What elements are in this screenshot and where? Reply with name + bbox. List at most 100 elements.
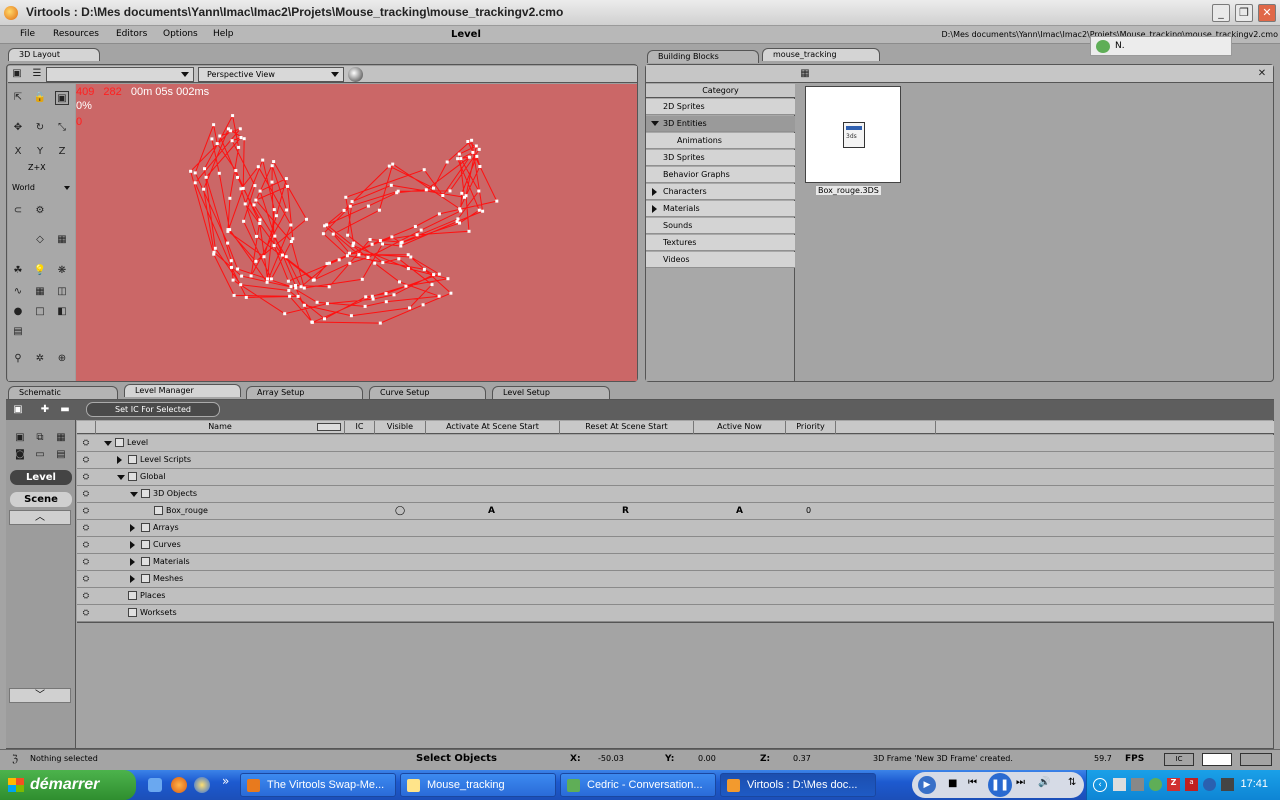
col-ic[interactable]: IC [345,421,375,434]
collapse-icon[interactable]: ⇅ [1068,777,1076,788]
tab-curve-setup[interactable]: Curve Setup [369,386,486,399]
col-name[interactable]: Name [96,421,345,434]
tree-row[interactable]: ⛭ Level Scripts [77,452,1274,469]
view-mode-icon[interactable]: ▦ [798,67,812,81]
list-icon[interactable]: ☰ [30,67,44,81]
tree-row[interactable]: ⛭ Level [77,435,1274,452]
menu-help[interactable]: Help [213,29,234,39]
row-visibility-icon[interactable]: ⛭ [81,540,91,549]
add-icon[interactable]: ✚ [38,403,52,417]
expand-closed-icon[interactable] [117,456,122,464]
walk-icon[interactable]: ⚲ [11,352,25,366]
y-axis-icon[interactable]: Y [33,145,47,159]
grid-object-icon[interactable]: ▦ [33,285,47,299]
col-reset[interactable]: Reset At Scene Start [560,421,694,434]
previous-icon[interactable]: ⏮ [968,777,977,788]
row-visibility-icon[interactable]: ⛭ [81,523,91,532]
magnet-icon[interactable]: ⊂ [11,204,25,218]
cube-icon[interactable]: ◧ [55,305,69,319]
close-icon[interactable]: ✕ [1255,67,1269,81]
copy-icon[interactable]: ⧉ [33,431,47,445]
light-icon[interactable]: 💡 [33,264,47,278]
set-ic-button[interactable]: Set IC For Selected [86,402,220,417]
particle-icon[interactable]: ❋ [55,264,69,278]
expand-open-icon[interactable] [117,475,125,480]
row-visibility-icon[interactable]: ⛭ [81,489,91,498]
tab-mouse-tracking[interactable]: mouse_tracking [762,48,880,61]
media-tray-icon[interactable] [1221,778,1234,791]
row-visibility-icon[interactable]: ⛭ [81,506,91,515]
3d-viewport[interactable] [76,84,637,381]
level-button[interactable]: Level [10,470,72,485]
stop-icon[interactable]: ■ [948,778,957,789]
active-now-cell[interactable]: A [736,506,743,516]
character-icon[interactable]: ☘ [11,264,25,278]
activate-cell[interactable]: A [488,506,495,516]
expand-open-icon[interactable] [104,441,112,446]
view-dropdown[interactable]: Perspective View [198,67,344,82]
grid-icon[interactable]: ▦ [55,233,69,247]
category-item[interactable]: Characters [646,184,795,200]
show-desktop-icon[interactable] [148,778,162,792]
tray-expand-icon[interactable]: ‹ [1093,778,1107,792]
table-icon[interactable]: ▦ [54,431,68,445]
expand-closed-icon[interactable] [652,205,657,213]
square-icon[interactable]: □ [33,305,47,319]
hierarchy-icon[interactable]: ▣ [13,431,27,445]
screen-icon[interactable]: ▭ [33,448,47,462]
film-icon[interactable]: ▤ [11,325,25,339]
expand-closed-icon[interactable] [130,558,135,566]
grid-plane-icon[interactable]: ◇ [33,233,47,247]
tab-array-setup[interactable]: Array Setup [246,386,363,399]
minimize-button[interactable]: _ [1212,4,1230,22]
z-axis-icon[interactable]: Z [55,145,69,159]
firefox-icon[interactable] [171,777,187,793]
select-icon[interactable]: ⇱ [11,91,25,105]
tree-row[interactable]: ⛭ Arrays [77,520,1274,537]
col-activate[interactable]: Activate At Scene Start [426,421,560,434]
row-visibility-icon[interactable]: ⛭ [81,455,91,464]
coordinate-space-select[interactable]: World [12,182,72,194]
x-axis-icon[interactable]: X [11,145,25,159]
col-active-now[interactable]: Active Now [694,421,786,434]
priority-cell[interactable]: 0 [806,506,811,515]
messenger-notification[interactable]: N. [1090,36,1232,56]
row-visibility-icon[interactable]: ⛭ [81,557,91,566]
tree-row[interactable]: ⛭ 3D Objects [77,486,1274,503]
scene-button[interactable]: Scene [10,492,72,507]
category-item[interactable]: Animations [646,133,795,149]
tree-row[interactable]: ⛭ Curves [77,537,1274,554]
tree-row[interactable]: ⛭ Global [77,469,1274,486]
scroll-down-button[interactable]: ﹀ [9,688,71,703]
row-visibility-icon[interactable]: ⛭ [81,608,91,617]
zonealarm-icon[interactable]: Z [1167,778,1180,791]
tree-row[interactable]: ⛭ Meshes [77,571,1274,588]
tree-row[interactable]: ⛭ Places [77,588,1274,605]
quicklaunch-more-icon[interactable]: » [222,774,229,788]
display-icon[interactable] [1131,778,1144,791]
category-item[interactable]: Behavior Graphs [646,167,795,183]
expand-closed-icon[interactable] [652,188,657,196]
menu-resources[interactable]: Resources [53,29,99,39]
reset-cell[interactable]: R [622,506,629,516]
row-visibility-icon[interactable]: ⛭ [81,574,91,583]
category-item[interactable]: 2D Sprites [646,99,795,115]
thunderbird-icon[interactable] [194,777,210,793]
ic-toggle-button[interactable]: IC [1164,753,1194,766]
orbit-icon[interactable]: ✲ [33,352,47,366]
menu-file[interactable]: File [20,29,35,39]
taskbar-button[interactable]: Cedric - Conversation... [560,773,716,797]
taskbar-button[interactable]: Virtools : D:\Mes doc... [720,773,876,797]
layout-icon[interactable]: ▤ [54,448,68,462]
expand-open-icon[interactable] [130,492,138,497]
visible-cell[interactable]: ◯ [395,506,405,516]
taskbar-button[interactable]: Mouse_tracking [400,773,556,797]
snap-icon[interactable]: ⚙ [33,204,47,218]
axis-plane-label[interactable]: Z+X [28,163,46,172]
tree-row[interactable]: ⛭ Materials [77,554,1274,571]
col-visible[interactable]: Visible [375,421,426,434]
tab-level-setup[interactable]: Level Setup [492,386,610,399]
start-button[interactable]: démarrer [0,770,136,800]
camera-dropdown[interactable] [46,67,194,82]
curve-icon[interactable]: ∿ [11,285,25,299]
